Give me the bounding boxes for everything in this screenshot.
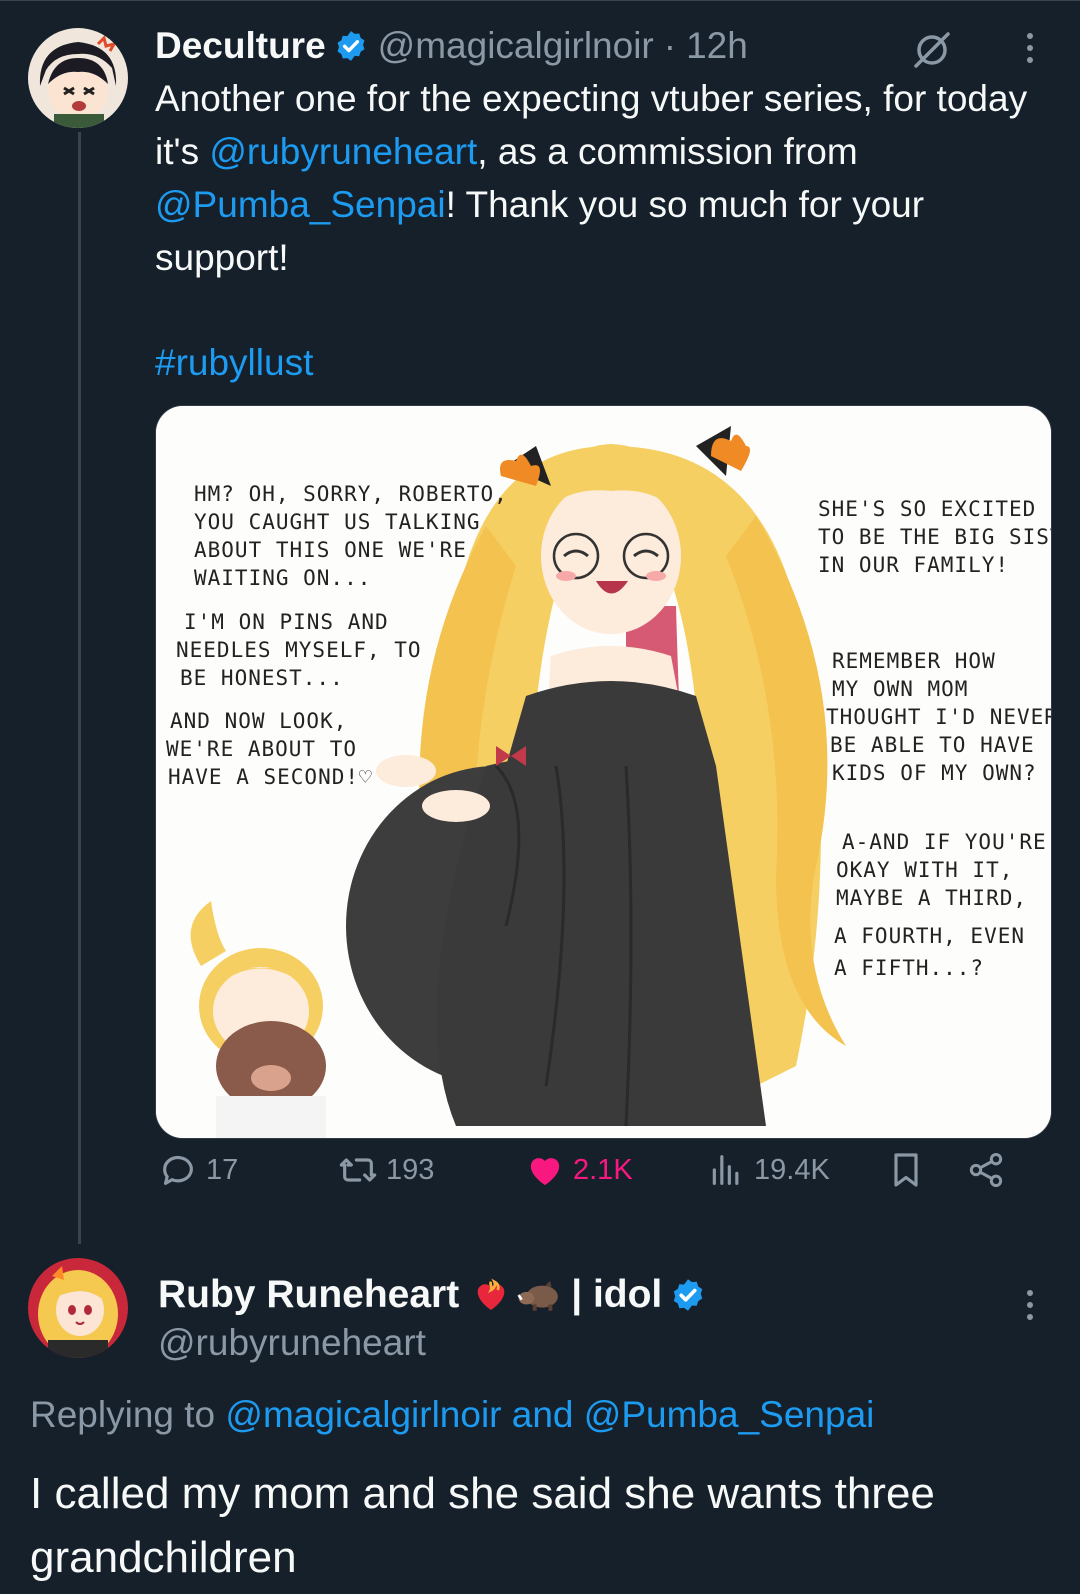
speech-right-3-line-2: OKAY WITH IT,: [836, 858, 1013, 882]
tweet-action-bar: 17 193 2.1K 19.4K: [158, 1150, 1048, 1200]
replying-to-label: Replying to: [30, 1394, 226, 1435]
speech-right-1-line-3: IN OUR FAMILY!: [818, 553, 1009, 577]
verified-badge-icon: [337, 31, 365, 61]
replying-mention-magicalgirlnoir[interactable]: @magicalgirlnoir: [225, 1394, 501, 1435]
views-button[interactable]: 19.4K: [706, 1150, 830, 1190]
like-button[interactable]: 2.1K: [525, 1150, 633, 1190]
reply-author-handle[interactable]: @rubyruneheart: [158, 1322, 426, 1364]
ruby-runeheart-avatar[interactable]: [28, 1258, 128, 1358]
speech-left-3-line-1: AND NOW LOOK,: [170, 709, 347, 733]
reply-author-name[interactable]: Ruby Runeheart: [158, 1273, 459, 1317]
author-handle[interactable]: @magicalgirlnoir: [378, 25, 654, 67]
replying-to-line: Replying to @magicalgirlnoir and @Pumba_…: [30, 1394, 874, 1436]
speech-right-3-line-4: A FOURTH, EVEN: [834, 924, 1025, 948]
tweet-more-icon[interactable]: [1015, 28, 1045, 68]
bookmark-button[interactable]: [886, 1150, 926, 1190]
tweet-time[interactable]: 12h: [686, 25, 748, 67]
replying-and: and: [501, 1394, 584, 1435]
reply-count: 17: [206, 1153, 239, 1186]
retweet-button[interactable]: 193: [338, 1150, 434, 1190]
mention-rubyruneheart[interactable]: @rubyruneheart: [209, 131, 477, 172]
deculture-avatar[interactable]: [28, 28, 128, 128]
like-count: 2.1K: [573, 1153, 633, 1186]
speech-right-2-line-3: THOUGHT I'D NEVER: [826, 705, 1051, 729]
speech-right-3-line-1: A-AND IF YOU'RE: [842, 830, 1047, 854]
speech-left-3-line-3: HAVE A SECOND!♡: [168, 765, 373, 789]
speech-left-3-line-2: WE'RE ABOUT TO: [166, 737, 357, 761]
tweet-text-part2: , as a commission from: [477, 131, 858, 172]
speech-left-1-line-3: ABOUT THIS ONE WE'RE: [194, 538, 467, 562]
verified-badge-icon: [674, 1279, 703, 1311]
reply-more-icon[interactable]: [1015, 1285, 1045, 1325]
speech-right-1-line-1: SHE'S SO EXCITED: [818, 497, 1036, 521]
reply-text: I called my mom and she said she wants t…: [30, 1469, 935, 1582]
speech-right-2-line-2: MY OWN MOM: [832, 677, 968, 701]
thread-connector-line: [78, 132, 81, 1244]
speech-left-2-line-1: I'M ON PINS AND: [184, 610, 389, 634]
speech-left-1-line-1: HM? OH, SORRY, ROBERTO,: [194, 482, 508, 506]
reply-handle-row: @rubyruneheart: [158, 1322, 426, 1364]
speech-right-2-line-1: REMEMBER HOW: [832, 649, 996, 673]
retweet-icon: [339, 1158, 377, 1182]
top-divider: [0, 0, 1080, 7]
tweet-media-image[interactable]: HM? OH, SORRY, ROBERTO, YOU CAUGHT US TA…: [155, 405, 1052, 1139]
author-name[interactable]: Deculture: [155, 25, 326, 67]
retweet-count: 193: [386, 1153, 435, 1186]
boar-icon: [517, 1280, 559, 1311]
share-icon: [969, 1153, 1003, 1187]
heart-icon: [530, 1158, 560, 1185]
views-count: 19.4K: [754, 1153, 830, 1186]
heart-on-fire-icon: [477, 1278, 505, 1310]
tweet-text: Another one for the expecting vtuber ser…: [155, 72, 1050, 389]
reply-icon: [163, 1155, 193, 1185]
speech-left-1-line-4: WAITING ON...: [194, 566, 371, 590]
reply-name-suffix[interactable]: | idol: [571, 1273, 662, 1317]
speech-left-2-line-2: NEEDLES MYSELF, TO: [176, 638, 422, 662]
speech-right-3-line-3: MAYBE A THIRD,: [836, 886, 1027, 910]
replying-mention-pumba-senpai[interactable]: @Pumba_Senpai: [584, 1394, 875, 1435]
speech-right-1-line-2: TO BE THE BIG SISTER: [818, 525, 1051, 549]
speech-right-2-line-4: BE ABLE TO HAVE: [830, 733, 1035, 757]
hashtag-link[interactable]: #rubyllust: [155, 342, 313, 383]
reply-header: Ruby Runeheart | idol: [158, 1270, 716, 1320]
speech-right-2-line-5: KIDS OF MY OWN?: [832, 761, 1037, 785]
bookmark-icon: [894, 1153, 918, 1187]
speech-left-1-line-2: YOU CAUGHT US TALKING: [194, 510, 481, 534]
mention-pumba-senpai[interactable]: @Pumba_Senpai: [155, 184, 446, 225]
views-icon: [712, 1155, 739, 1185]
speech-left-2-line-3: BE HONEST...: [180, 666, 344, 690]
header-separator: ·: [663, 25, 677, 66]
reply-button[interactable]: 17: [158, 1150, 238, 1190]
grok-slash-icon[interactable]: [910, 28, 954, 72]
share-button[interactable]: [966, 1150, 1006, 1190]
speech-right-3-line-5: A FIFTH...?: [834, 956, 984, 980]
tweet-header: Deculture @magicalgirlnoir · 12h: [155, 24, 748, 68]
